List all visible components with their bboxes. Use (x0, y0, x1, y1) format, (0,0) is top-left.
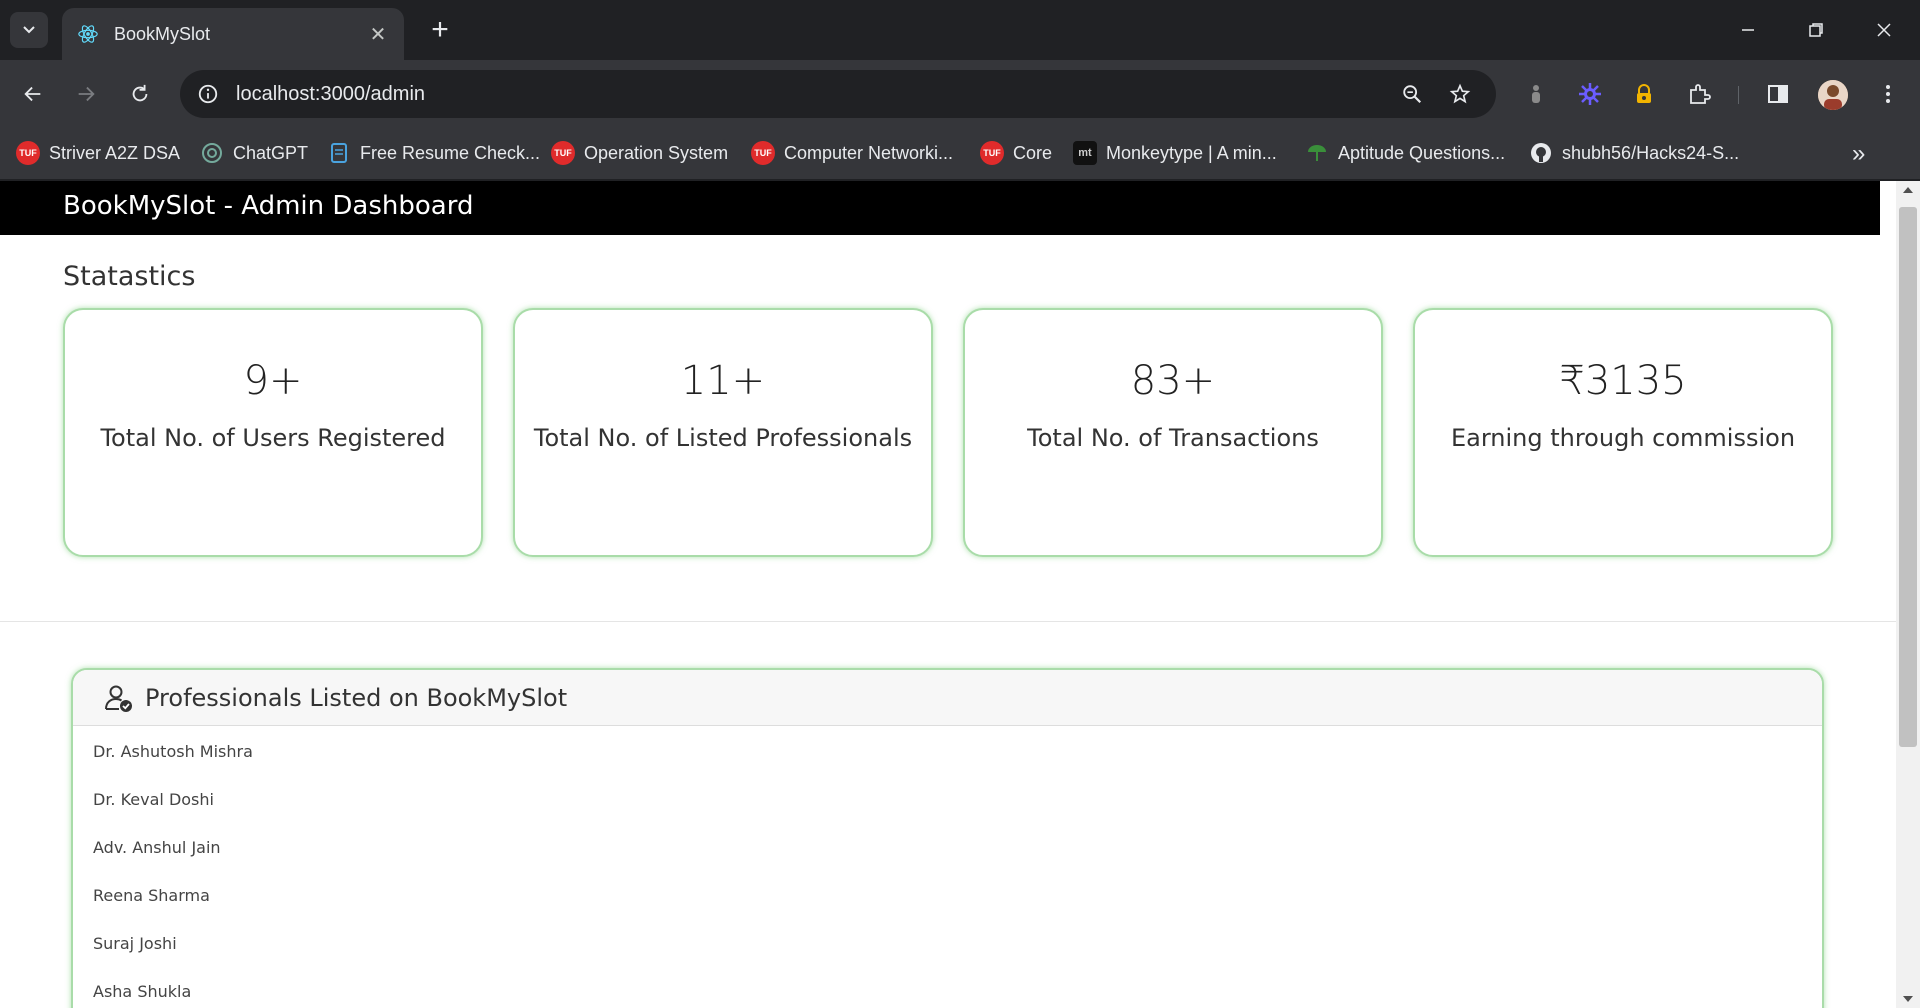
tab-close-icon[interactable]: ✕ (366, 22, 390, 46)
site-info-icon[interactable] (192, 78, 224, 110)
bookmark-monkeytype[interactable]: mt Monkeytype | A min... (1073, 138, 1277, 168)
professionals-header: Professionals Listed on BookMySlot (73, 670, 1822, 726)
extension-gear-icon[interactable] (1572, 76, 1608, 112)
bookmark-cn[interactable]: TUF Computer Networki... (751, 138, 953, 168)
restore-icon (1809, 23, 1823, 37)
stat-value: 83+ (1130, 358, 1216, 404)
new-tab-button[interactable]: + (424, 13, 456, 46)
bookmarks-overflow-icon[interactable]: » (1852, 140, 1865, 168)
list-item[interactable]: Reena Sharma (93, 876, 1822, 924)
list-item[interactable]: Dr. Ashutosh Mishra (93, 732, 1822, 780)
stat-card-commission: ₹3135 Earning through commission (1413, 308, 1833, 557)
minimize-icon (1742, 29, 1754, 31)
forward-button[interactable] (66, 74, 106, 114)
stat-label: Total No. of Listed Professionals (533, 424, 913, 452)
page-scrollbar[interactable] (1896, 181, 1920, 1008)
monkeytype-icon: mt (1073, 141, 1097, 165)
stat-card-transactions: 83+ Total No. of Transactions (963, 308, 1383, 557)
bookmark-label: Striver A2Z DSA (49, 142, 181, 163)
react-icon (76, 22, 100, 46)
menu-kebab-icon[interactable] (1870, 76, 1906, 112)
tuf-icon: TUF (551, 141, 575, 165)
arrow-right-icon (78, 86, 95, 102)
zoom-icon[interactable] (1396, 78, 1428, 110)
statistics-heading: Statastics (63, 261, 196, 292)
tab-strip: BookMySlot ✕ + (0, 0, 1920, 60)
stat-label: Total No. of Transactions (1027, 424, 1319, 452)
scroll-down-arrow-icon[interactable] (1903, 996, 1913, 1002)
bookmark-core[interactable]: TUF Core (980, 138, 1052, 168)
bookmark-os[interactable]: TUF Operation System (551, 138, 728, 168)
bookmark-star-icon[interactable] (1444, 78, 1476, 110)
indiabix-icon (1305, 141, 1329, 165)
section-divider (0, 621, 1896, 622)
bookmark-resume[interactable]: Free Resume Check... (327, 138, 540, 168)
professionals-list: Dr. Ashutosh Mishra Dr. Keval Doshi Adv.… (73, 726, 1822, 1008)
page-content: BookMySlot - Admin Dashboard Statastics … (0, 181, 1896, 1008)
list-item[interactable]: Asha Shukla (93, 972, 1822, 1008)
professionals-card: Professionals Listed on BookMySlot Dr. A… (71, 668, 1824, 1008)
extension-figure-icon[interactable] (1518, 76, 1554, 112)
profile-avatar[interactable] (1818, 80, 1848, 110)
stat-value: ₹3135 (1559, 358, 1687, 404)
close-icon (1877, 23, 1891, 37)
scroll-up-arrow-icon[interactable] (1903, 187, 1913, 193)
bookmark-chatgpt[interactable]: ChatGPT (200, 138, 308, 168)
resume-icon (327, 141, 351, 165)
browser-toolbar: localhost:3000/admin (0, 60, 1920, 128)
bookmark-label: Core (1013, 142, 1053, 163)
window-restore-button[interactable] (1788, 8, 1844, 52)
scroll-thumb[interactable] (1899, 207, 1917, 747)
bookmark-striver[interactable]: TUF Striver A2Z DSA (16, 138, 180, 168)
reload-icon (132, 84, 148, 102)
chevron-down-icon (23, 26, 35, 34)
toolbar-divider (1738, 86, 1739, 104)
bookmark-label: Aptitude Questions... (1338, 142, 1506, 163)
bookmark-label: ChatGPT (233, 142, 309, 163)
window-close-button[interactable] (1856, 8, 1912, 52)
tuf-icon: TUF (751, 141, 775, 165)
tuf-icon: TUF (16, 141, 40, 165)
tab-title: BookMySlot (114, 23, 211, 44)
user-check-icon (105, 685, 132, 712)
chatgpt-icon (200, 141, 224, 165)
bookmark-label: Monkeytype | A min... (1106, 142, 1277, 163)
bookmark-label: Computer Networki... (784, 142, 954, 163)
professionals-title: Professionals Listed on BookMySlot (145, 683, 568, 712)
extensions-puzzle-icon[interactable] (1681, 76, 1717, 112)
stat-card-users: 9+ Total No. of Users Registered (63, 308, 483, 557)
tab-search-button[interactable] (10, 12, 48, 48)
window-minimize-button[interactable] (1720, 8, 1776, 52)
stat-label: Total No. of Users Registered (100, 424, 446, 452)
avatar-icon (1818, 80, 1848, 110)
bookmark-label: shubh56/Hacks24-S... (1562, 142, 1740, 163)
app-navbar: BookMySlot - Admin Dashboard (0, 181, 1880, 235)
extension-lock-icon[interactable] (1626, 76, 1662, 112)
bookmark-aptitude[interactable]: Aptitude Questions... (1305, 138, 1505, 168)
github-icon (1529, 141, 1553, 165)
url-text[interactable]: localhost:3000/admin (236, 83, 425, 106)
reload-button[interactable] (120, 74, 160, 114)
bookmarks-bar: TUF Striver A2Z DSA ChatGPT Free Resume … (0, 128, 1920, 180)
stat-label: Earning through commission (1450, 424, 1796, 452)
address-bar[interactable]: localhost:3000/admin (180, 70, 1496, 118)
bookmark-label: Free Resume Check... (360, 142, 541, 163)
back-button[interactable] (13, 74, 53, 114)
stat-card-professionals: 11+ Total No. of Listed Professionals (513, 308, 933, 557)
side-panel-icon[interactable] (1760, 76, 1796, 112)
list-item[interactable]: Suraj Joshi (93, 924, 1822, 972)
browser-tab[interactable]: BookMySlot ✕ (62, 8, 404, 60)
stat-value: 9+ (243, 358, 303, 404)
list-item[interactable]: Dr. Keval Doshi (93, 780, 1822, 828)
list-item[interactable]: Adv. Anshul Jain (93, 828, 1822, 876)
bookmark-label: Operation System (584, 142, 729, 163)
stat-value: 11+ (680, 358, 766, 404)
arrow-left-icon (24, 86, 41, 102)
tuf-icon: TUF (980, 141, 1004, 165)
bookmark-github[interactable]: shubh56/Hacks24-S... (1529, 138, 1739, 168)
app-title[interactable]: BookMySlot - Admin Dashboard (63, 191, 473, 221)
